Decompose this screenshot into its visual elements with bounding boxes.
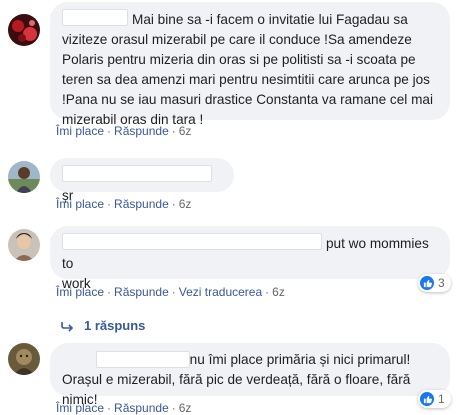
redacted-name[interactable] bbox=[62, 165, 212, 182]
thumbs-up-icon bbox=[420, 392, 434, 406]
redacted-name[interactable] bbox=[96, 351, 190, 368]
replies-count: 1 răspuns bbox=[84, 318, 146, 333]
reaction-count[interactable]: 3 bbox=[418, 274, 451, 292]
avatar[interactable] bbox=[8, 14, 40, 46]
like-button[interactable]: Îmi place bbox=[56, 401, 104, 415]
comment-bubble: Mai bine sa -i facem o invitatie lui Fag… bbox=[50, 2, 450, 127]
like-button[interactable]: Îmi place bbox=[56, 285, 104, 299]
translate-button[interactable]: Vezi traducerea bbox=[179, 285, 262, 299]
reply-button[interactable]: Răspunde bbox=[114, 197, 169, 211]
reply-button[interactable]: Răspunde bbox=[114, 285, 169, 299]
comment-actions: Îmi place · Răspunde · 6z bbox=[56, 124, 192, 138]
comment-actions: Îmi place · Răspunde · 6z bbox=[56, 401, 192, 415]
avatar[interactable] bbox=[8, 229, 40, 261]
timestamp[interactable]: 6z bbox=[179, 401, 192, 415]
reply-button[interactable]: Răspunde bbox=[114, 124, 169, 138]
like-button[interactable]: Îmi place bbox=[56, 197, 104, 211]
timestamp[interactable]: 6z bbox=[179, 124, 192, 138]
like-button[interactable]: Îmi place bbox=[56, 124, 104, 138]
comment-bubble: put wo mommies to work bbox=[50, 226, 450, 291]
comment-actions: Îmi place · Răspunde · Vezi traducerea · 6z bbox=[56, 285, 285, 299]
avatar[interactable] bbox=[8, 343, 40, 375]
reaction-count[interactable]: 1 bbox=[418, 390, 451, 408]
thumbs-up-icon bbox=[420, 276, 434, 290]
comment-bubble: Mie nu îmi place primăria și nici primar… bbox=[50, 343, 450, 407]
timestamp[interactable]: 6z bbox=[179, 197, 192, 211]
redacted-name[interactable] bbox=[62, 9, 128, 26]
avatar[interactable] bbox=[8, 161, 40, 193]
reply-button[interactable]: Răspunde bbox=[114, 401, 169, 415]
redacted-name[interactable] bbox=[62, 233, 322, 250]
timestamp[interactable]: 6z bbox=[272, 285, 285, 299]
reply-arrow-icon bbox=[61, 321, 74, 332]
comment-actions: Îmi place · Răspunde · 6z bbox=[56, 197, 192, 211]
comment-text: Mai bine sa -i facem o invitatie lui Fag… bbox=[62, 12, 433, 127]
comment-bubble: șr bbox=[50, 158, 234, 203]
view-replies-button[interactable]: 1 răspuns bbox=[60, 318, 145, 333]
